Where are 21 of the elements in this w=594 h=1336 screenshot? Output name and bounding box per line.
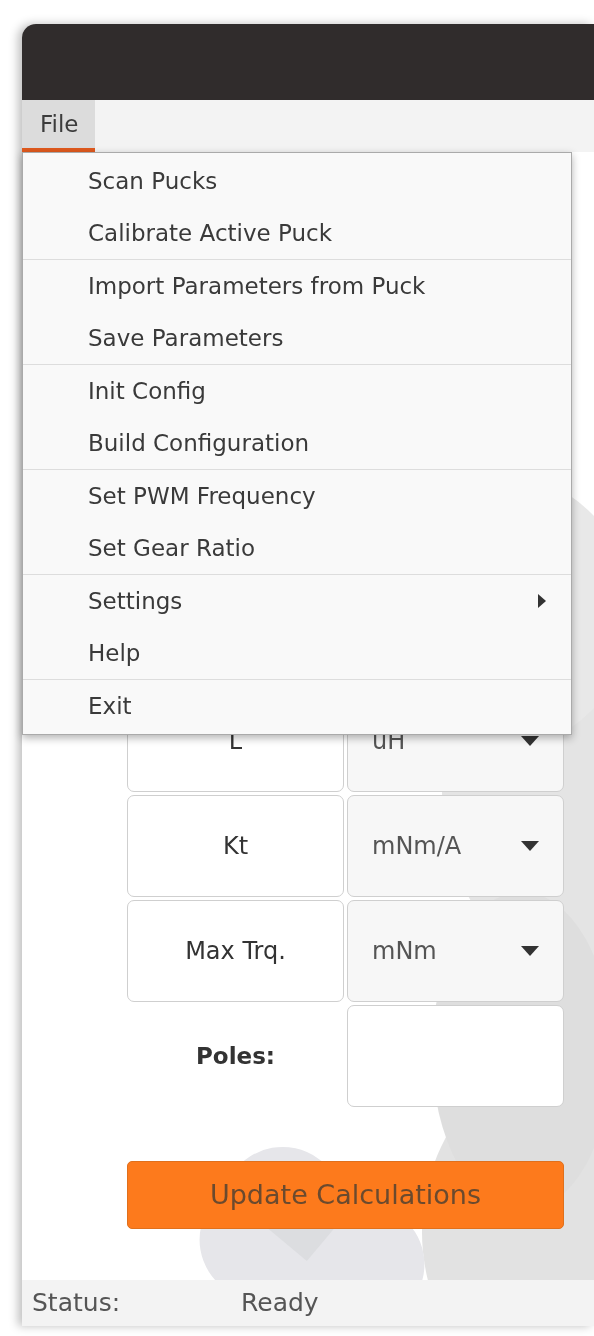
status-value: Ready [241, 1287, 319, 1320]
menu-item[interactable]: Calibrate Active Puck [23, 207, 571, 259]
menu-item[interactable]: Init Config [23, 365, 571, 417]
menu-item[interactable]: Save Parameters [23, 312, 571, 364]
menu-tab[interactable]: File [22, 100, 95, 152]
menu-item[interactable]: Settings [23, 575, 571, 627]
unit-dropdown[interactable]: mNm [347, 900, 564, 1002]
menu-item[interactable]: Help [23, 627, 571, 679]
menu-item[interactable]: Build Configuration [23, 417, 571, 469]
poles-input-field[interactable] [347, 1005, 564, 1107]
menu-item[interactable]: Set Gear Ratio [23, 522, 571, 574]
dropdown-caret-icon [521, 946, 539, 956]
menu-item[interactable]: Scan Pucks [23, 155, 571, 207]
parameter-label: Kt [127, 795, 344, 897]
dropdown-caret-icon [521, 841, 539, 851]
parameter-label: Max Trq. [127, 900, 344, 1002]
unit-dropdown[interactable]: mNm/A [347, 795, 564, 897]
poles-label: Poles: [195, 1041, 276, 1071]
menu-item[interactable]: Import Parameters from Puck [23, 260, 571, 312]
status-label: Status: [32, 1287, 122, 1320]
menu-item[interactable]: Set PWM Frequency [23, 470, 571, 522]
